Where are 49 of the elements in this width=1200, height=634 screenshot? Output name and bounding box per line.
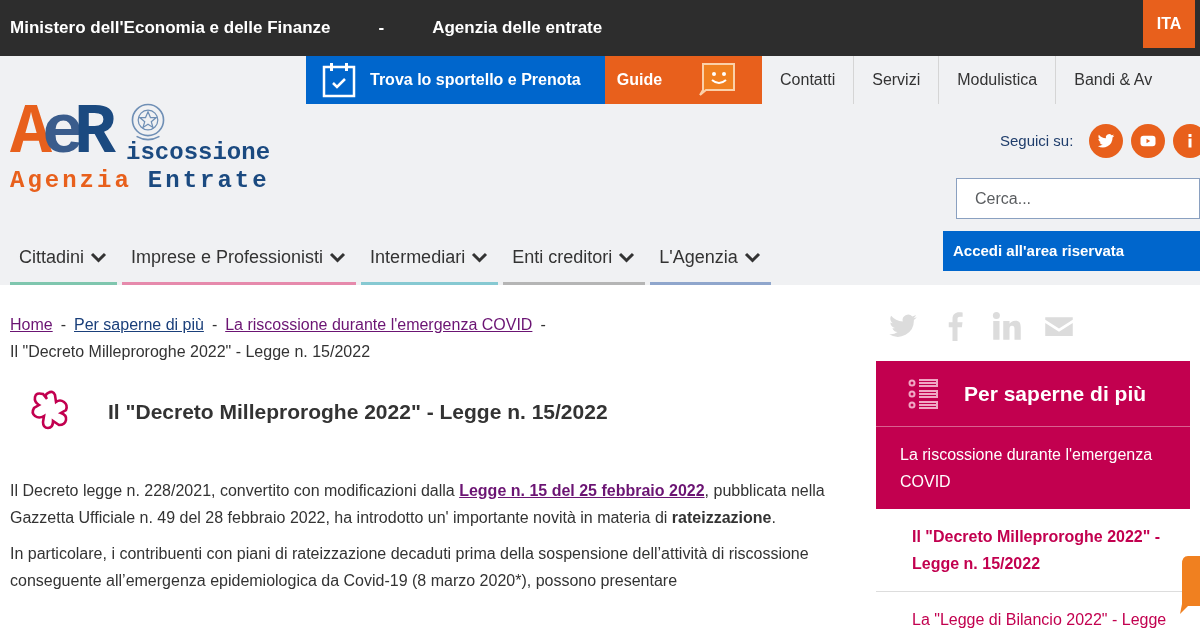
chevron-down-icon	[329, 251, 347, 263]
chevron-down-icon	[743, 251, 761, 263]
paragraph: In particolare, i contribuenti con piani di rateizzazione decaduti prima della sospensione dell’attività di riscossione conseguente all’emergenza epidemiologica da Covid-19 (8 marzo 2020*), possono presentare	[10, 544, 810, 591]
chevron-down-icon	[90, 251, 108, 263]
emblem-icon	[130, 102, 167, 143]
logo-word: iscossione	[126, 141, 271, 165]
nav-item[interactable]: Intermediari	[361, 232, 499, 285]
sidebar-title: Per saperne di più	[964, 380, 1147, 407]
header-link[interactable]: Modulistica	[939, 56, 1057, 104]
follow-label: Seguici su:	[1000, 130, 1074, 151]
info-icon	[1187, 134, 1194, 148]
logo-tagline: Entrate	[147, 169, 270, 193]
booking-button[interactable]: Trova lo sportello e Prenota	[306, 56, 605, 104]
login-button[interactable]: Accedi all'area riservata	[943, 231, 1200, 271]
social-link[interactable]	[1089, 124, 1124, 158]
header-link[interactable]: Contatti	[762, 56, 855, 104]
chevron-down-icon	[618, 251, 636, 263]
twitter-icon	[1097, 132, 1116, 150]
separator: -	[378, 17, 385, 40]
nav-item[interactable]: L'Agenzia	[650, 232, 771, 285]
breadcrumb-separator: -	[540, 315, 546, 335]
breadcrumb-link[interactable]: Home	[10, 311, 53, 338]
breadcrumb-link[interactable]: Per saperne di più	[74, 311, 204, 338]
nav-item[interactable]: Cittadini	[10, 232, 118, 285]
logo-tagline: Agenzia	[10, 169, 132, 193]
linkedin-icon	[992, 311, 1022, 341]
breadcrumb-current: Il "Decreto Milleproroghe 2022" - Legge n. 15/2022	[10, 342, 371, 362]
top-bar-link[interactable]: Agenzia delle entrate	[432, 15, 603, 41]
chevron-down-icon	[471, 251, 489, 263]
breadcrumb-separator: -	[211, 315, 218, 335]
social-link[interactable]	[1173, 124, 1200, 158]
paragraph: Il Decreto legge n. 228/2021, convertito con modificazioni dalla Legge n. 15 del 25 febbraio 2022, pubblicata nella Gazzetta Ufficiale n. 49 del 28 febbraio 2022, ha introdotto un' importante novità in materia di rateizzazione.	[10, 481, 826, 528]
social-link[interactable]	[1131, 124, 1166, 158]
top-bar-link[interactable]: Ministero dell'Economia e delle Finanze	[10, 15, 331, 41]
logo-mark: AeR	[10, 102, 117, 165]
calendar-icon	[322, 62, 356, 98]
inline-link[interactable]: Legge n. 15 del 25 febbraio 2022	[459, 482, 705, 499]
share-link[interactable]	[992, 311, 1022, 341]
nav-item[interactable]: Enti creditori	[503, 232, 646, 285]
breadcrumb-separator: -	[60, 315, 66, 335]
breadcrumb-link[interactable]: La riscossione durante l'emergenza COVID	[225, 311, 533, 338]
search-field[interactable]: Cerca...	[956, 178, 1200, 219]
sidebar-link[interactable]: La riscossione durante l'emergenza COVID	[876, 427, 1190, 509]
header-link[interactable]: Bandi & Av	[1056, 56, 1153, 104]
nav-item[interactable]: Imprese e Professionisti	[122, 232, 357, 285]
header-link[interactable]: Servizi	[854, 56, 940, 104]
list-icon	[908, 377, 938, 410]
article-title: Il "Decreto Milleproroghe 2022" - Legge n. 15/2022	[108, 399, 608, 425]
chat-widget-icon	[1180, 556, 1200, 616]
